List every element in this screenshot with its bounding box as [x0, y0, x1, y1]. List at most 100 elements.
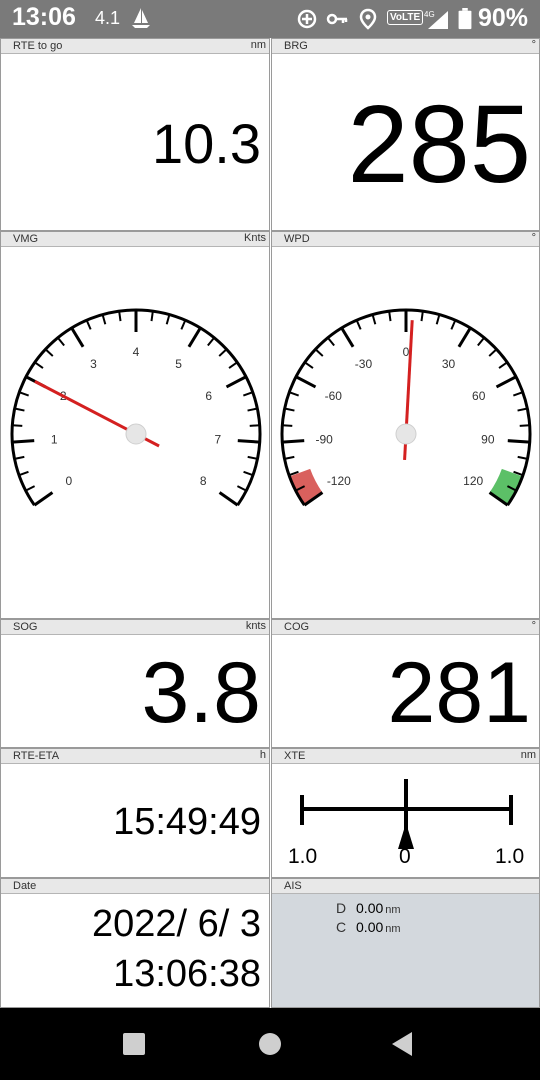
gauge-minor-tick [420, 311, 424, 322]
gauge-minor-tick [450, 319, 457, 330]
gauge-minor-tick [18, 470, 29, 477]
back-button[interactable] [390, 1031, 414, 1057]
gauge-minor-tick [488, 348, 498, 357]
gauge-minor-tick [242, 391, 254, 397]
sailboat-icon [132, 8, 150, 28]
gauge-tick-label: 30 [442, 357, 456, 371]
gauge-minor-tick [284, 407, 295, 412]
gauge-tick-label: 1 [51, 432, 58, 446]
ais-d-value: 0.00 [356, 900, 384, 916]
gauge-minor-tick [243, 470, 254, 477]
gauge-minor-tick [25, 485, 36, 492]
gauge-major-tick [457, 327, 472, 348]
rte-eta-panel[interactable]: RTE-ETA h 15:49:49 [0, 748, 270, 878]
gauge-tick-label: 120 [463, 474, 483, 488]
brg-panel[interactable]: BRG ° 285 [271, 38, 540, 231]
panel-title: VMG [13, 233, 39, 245]
gauge-tick-label: -60 [325, 389, 343, 403]
sog-value: 3.8 [141, 645, 261, 741]
gauge-minor-tick [371, 314, 377, 325]
panel-header: VMG Knts [1, 232, 269, 247]
date-value: 2022/ 6/ 3 [91, 903, 261, 945]
gauge-major-tick [70, 327, 85, 348]
gauge-arc [10, 308, 262, 506]
panel-unit: h [259, 749, 266, 761]
rte-eta-value: 15:49:49 [113, 801, 261, 843]
location-icon [359, 8, 377, 30]
gauge-major-tick [33, 491, 54, 507]
gauge-minor-tick [247, 407, 258, 412]
gauge-minor-tick [304, 361, 314, 369]
gauge-tick-label: 7 [214, 432, 221, 446]
gauge-minor-tick [355, 319, 362, 330]
navigation-bar [0, 1008, 540, 1080]
gauge-major-tick [237, 439, 260, 444]
panel-title: Date [13, 880, 37, 892]
gauge-tick-label: 6 [205, 389, 212, 403]
ais-panel[interactable]: AIS D 0.00 nm C 0.00 nm [271, 878, 540, 1008]
volte-icon: VoLTE [387, 10, 424, 25]
cog-panel[interactable]: COG ° 281 [271, 619, 540, 748]
date-panel[interactable]: Date 2022/ 6/ 3 13:06:38 [0, 878, 270, 1008]
gauge-minor-tick [517, 407, 528, 412]
ais-distance-row: D 0.00 nm [336, 900, 401, 916]
gauge-minor-tick [435, 314, 441, 325]
wpd-gauge: -120 -90 -60 -30 0 30 60 90 120 [280, 308, 532, 507]
gauge-minor-tick [57, 337, 65, 347]
battery-icon [458, 8, 472, 30]
gauge-minor-tick [85, 319, 92, 330]
gauge-minor-tick [249, 424, 260, 427]
sog-panel[interactable]: SOG knts 3.8 [0, 619, 270, 748]
panel-unit: Knts [243, 232, 266, 244]
xte-panel[interactable]: XTE nm 1.0 0 1.0 [271, 748, 540, 878]
panel-title: SOG [13, 621, 38, 633]
rte-to-go-panel[interactable]: RTE to go nm 10.3 [0, 38, 270, 231]
gauge-minor-tick [512, 391, 524, 397]
panel-title: AIS [284, 880, 302, 892]
panel-header: RTE-ETA h [1, 749, 269, 764]
wpd-panel[interactable]: WPD ° -120 -90 -60 -30 0 30 60 90 120 [271, 231, 540, 619]
panel-header: COG ° [272, 620, 539, 635]
ais-d-label: D [336, 900, 347, 916]
network-type: 4G [424, 10, 435, 19]
battery-percent: 90% [478, 4, 529, 32]
gauge-minor-tick [118, 311, 122, 322]
gauge-minor-tick [236, 485, 247, 492]
xte-indicator: 1.0 0 1.0 [288, 779, 524, 868]
brg-value: 285 [347, 83, 531, 206]
xte-center-label: 0 [399, 845, 411, 868]
gauge-minor-tick [327, 337, 335, 347]
xte-right-label: 1.0 [495, 845, 524, 868]
signal-icon: 4G [424, 10, 448, 29]
gauge-major-tick [187, 327, 202, 348]
panel-header: Date [1, 879, 269, 894]
gauge-major-tick [218, 491, 239, 507]
gauge-minor-tick [284, 455, 295, 460]
recents-button[interactable] [123, 1033, 145, 1055]
gauge-minor-tick [282, 424, 293, 427]
panel-unit: knts [245, 620, 266, 632]
gauge-hub [395, 423, 417, 445]
gauge-minor-tick [388, 311, 392, 322]
vmg-gauge: 012345678 [10, 308, 262, 507]
home-button[interactable] [259, 1033, 281, 1055]
gauge-minor-tick [228, 361, 238, 369]
panel-unit: ° [531, 620, 536, 632]
gauge-minor-tick [519, 424, 530, 427]
status-time: 13:06 [12, 3, 76, 31]
gauge-minor-tick [517, 455, 528, 460]
ais-c-unit: nm [385, 923, 401, 935]
gauge-minor-tick [180, 319, 187, 330]
gauge-tick-label: -30 [355, 357, 373, 371]
gauge-minor-tick [14, 407, 25, 412]
data-saver-icon [297, 9, 317, 29]
panel-title: COG [284, 621, 310, 633]
time-value: 13:06:38 [113, 953, 261, 995]
panel-header: BRG ° [272, 39, 539, 54]
gauge-hub [125, 423, 147, 445]
panel-title: XTE [284, 750, 306, 762]
gauge-tick-label: 0 [403, 345, 410, 359]
ais-d-unit: nm [385, 904, 401, 916]
status-bar: 13:06 4.1 VoLTE 4G 90% [0, 0, 540, 38]
vmg-panel[interactable]: VMG Knts 012345678 [0, 231, 270, 619]
